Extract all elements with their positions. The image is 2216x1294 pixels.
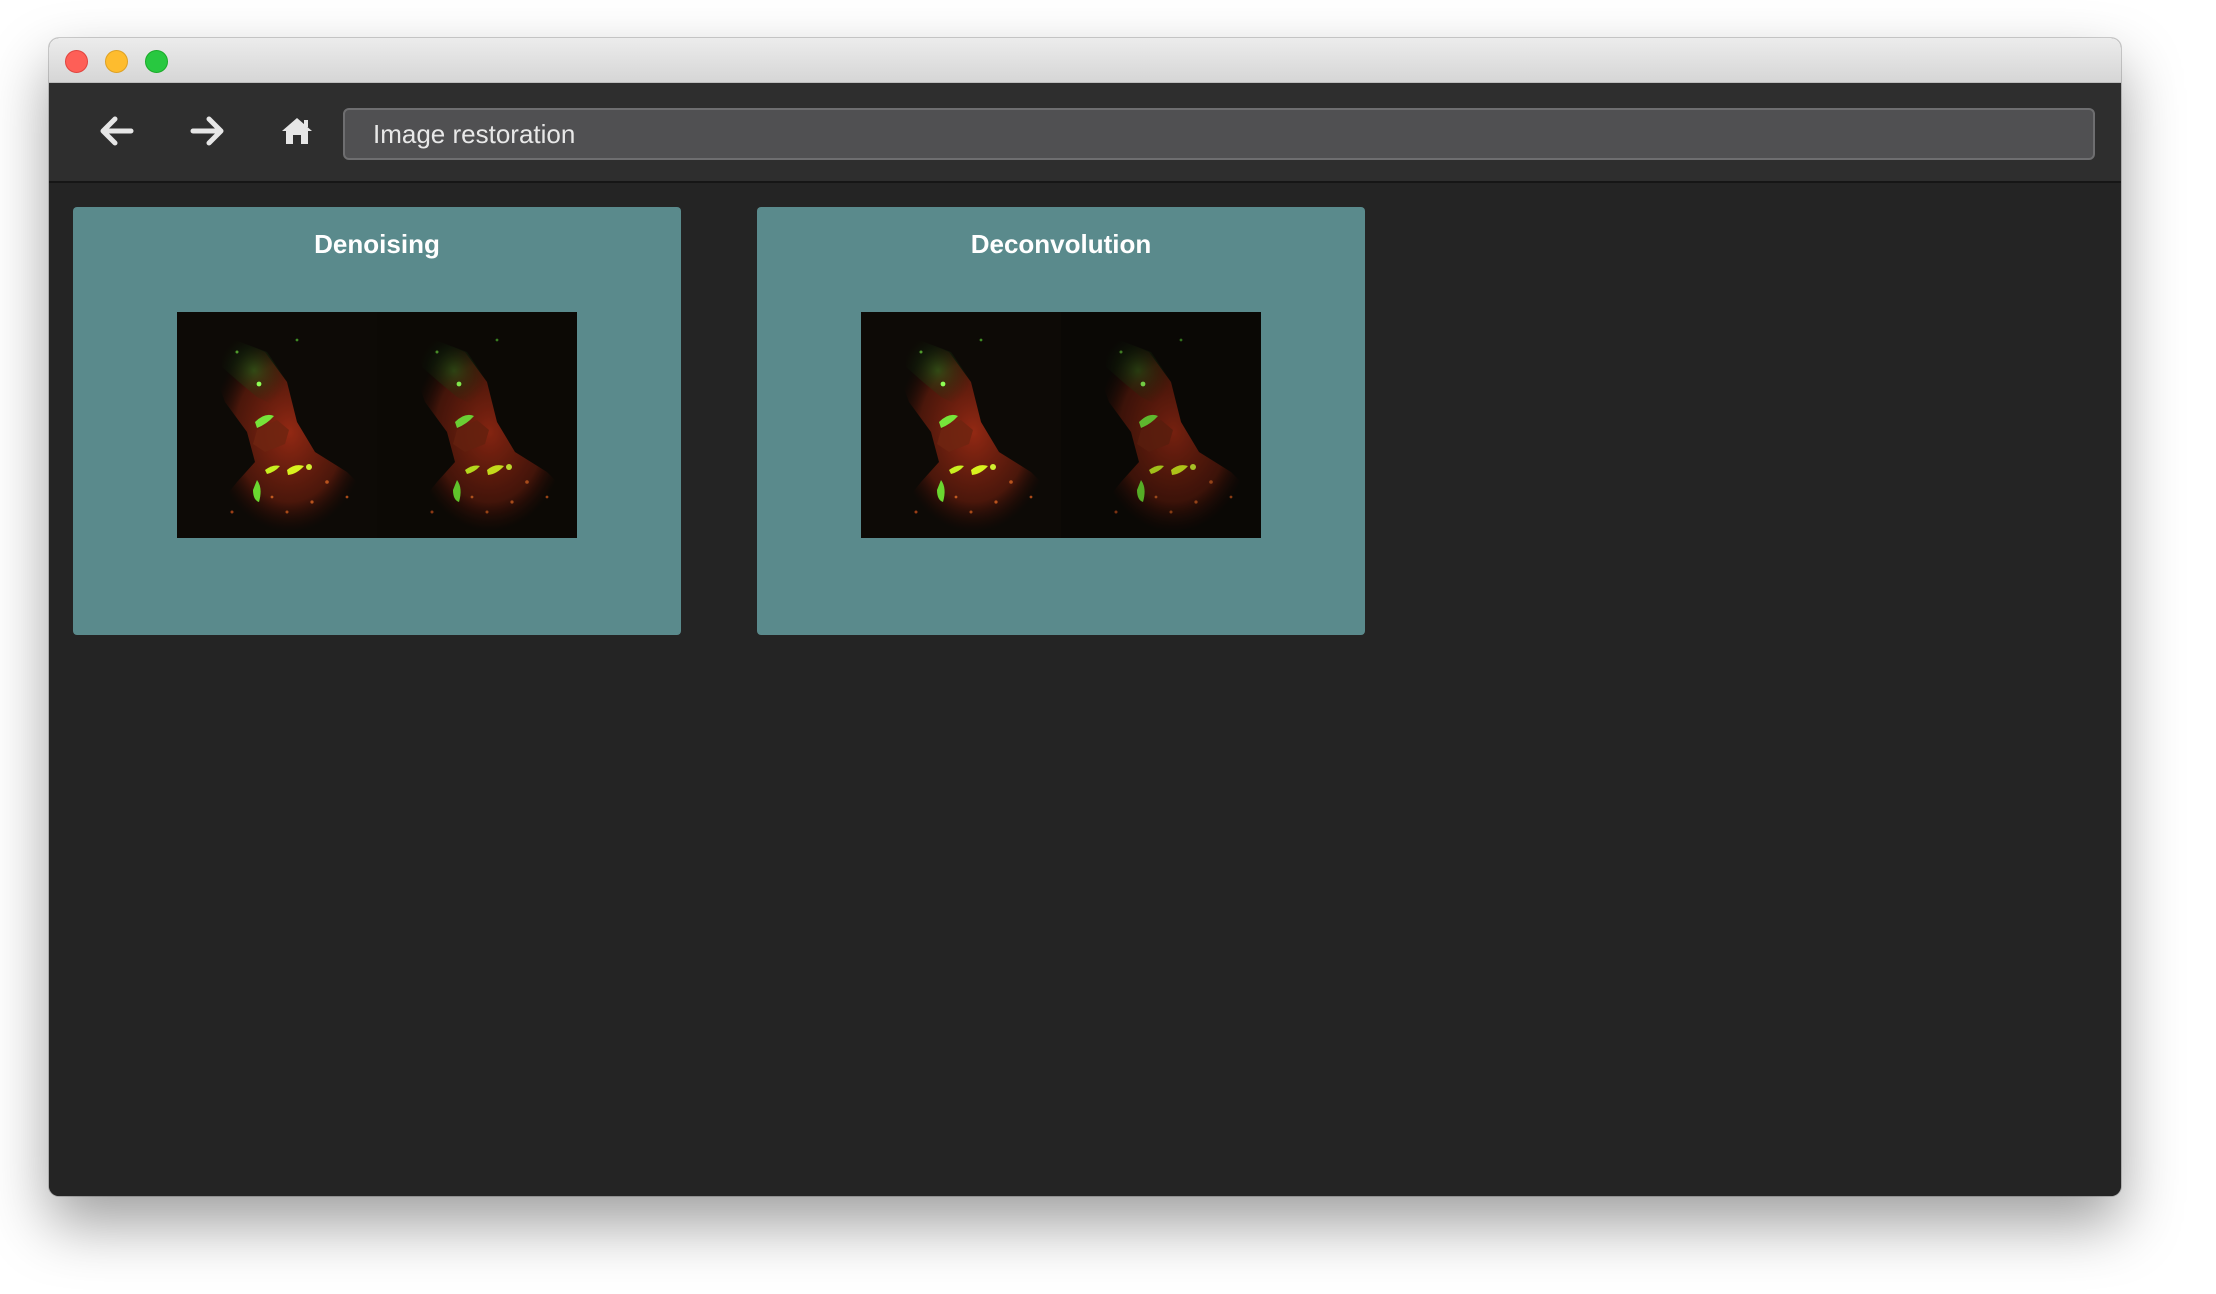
- card-thumbnail: [177, 312, 577, 538]
- back-button[interactable]: [91, 105, 143, 157]
- minimize-window-button[interactable]: [105, 50, 128, 73]
- browser-window: Denoising Deconvolution: [49, 38, 2121, 1196]
- microscopy-thumbnail: [177, 312, 577, 538]
- toolbar: [49, 83, 2121, 183]
- forward-button[interactable]: [181, 105, 233, 157]
- card-thumbnail: [861, 312, 1261, 538]
- home-icon: [282, 118, 312, 144]
- arrow-right-icon: [190, 116, 224, 146]
- zoom-window-button[interactable]: [145, 50, 168, 73]
- card-deconvolution[interactable]: Deconvolution: [757, 207, 1365, 635]
- close-window-button[interactable]: [65, 50, 88, 73]
- address-field[interactable]: [343, 108, 2095, 160]
- card-title: Denoising: [314, 229, 440, 259]
- main-content: Denoising Deconvolution: [49, 183, 2121, 1196]
- arrow-left-icon: [100, 116, 134, 146]
- microscopy-thumbnail: [861, 312, 1261, 538]
- title-bar: [49, 38, 2121, 83]
- card-title: Deconvolution: [970, 229, 1152, 259]
- card-denoising[interactable]: Denoising: [73, 207, 681, 635]
- home-button[interactable]: [271, 105, 323, 157]
